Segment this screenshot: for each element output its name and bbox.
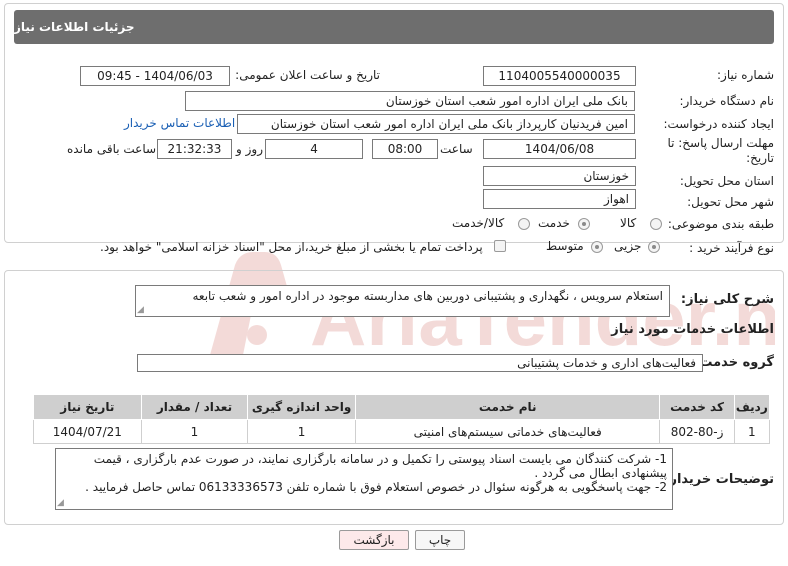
cell-row: 1 <box>733 419 771 444</box>
resize-grip-icon[interactable]: ◢ <box>137 305 144 315</box>
resize-grip-icon[interactable]: ◢ <box>57 498 64 508</box>
process-option-minor: جزیی <box>614 239 642 253</box>
cell-unit: 1 <box>247 419 356 444</box>
need-number-field[interactable]: 1104005540000035 <box>483 66 636 86</box>
cell-qty: 1 <box>140 419 249 444</box>
col-row: ردیف <box>733 394 771 420</box>
table-row: 1 ز-80-802 فعالیت‌های خدماتی سیستم‌های ا… <box>33 419 771 444</box>
announce-datetime-label: تاریخ و ساعت اعلان عمومی: <box>235 68 380 82</box>
services-table-header: ردیف کد خدمت نام خدمت واحد اندازه گیری ت… <box>33 394 771 420</box>
buyer-contact-link[interactable]: اطلاعات تماس خریدار <box>124 116 235 130</box>
deadline-label-line1: مهلت ارسال پاسخ: تا <box>667 136 774 150</box>
category-option-goods-service: کالا/خدمت <box>452 216 505 230</box>
category-radio-goods-service[interactable] <box>518 218 530 230</box>
buyer-notes-line1: 1- شرکت کنندگان می بایست اسناد پیوستی را… <box>93 452 667 466</box>
treasury-payment-checkbox[interactable] <box>494 240 506 252</box>
service-group-label: گروه خدمت: <box>694 355 774 370</box>
remaining-time-field[interactable]: 21:32:33 <box>157 139 232 159</box>
cell-date: 1404/07/21 <box>33 419 142 444</box>
need-number-label: شماره نیاز: <box>717 68 774 82</box>
services-table: ردیف کد خدمت نام خدمت واحد اندازه گیری ت… <box>33 394 771 444</box>
buyer-org-label: نام دستگاه خریدار: <box>679 94 775 108</box>
col-name: نام خدمت <box>354 394 661 420</box>
col-unit: واحد اندازه گیری <box>247 394 356 420</box>
category-option-goods: کالا <box>620 216 637 230</box>
category-radio-service[interactable] <box>578 218 590 230</box>
remaining-days-label: روز و <box>236 142 263 156</box>
col-qty: تعداد / مقدار <box>140 394 249 420</box>
province-field[interactable]: خوزستان <box>483 166 636 186</box>
province-label: استان محل تحویل: <box>679 174 774 188</box>
back-button[interactable]: بازگشت <box>339 530 409 550</box>
requester-label: ایجاد کننده درخواست: <box>663 117 774 131</box>
deadline-time-label: ساعت <box>440 142 473 156</box>
process-radio-medium[interactable] <box>591 241 603 253</box>
col-date: تاریخ نیاز <box>33 394 142 420</box>
services-section-title: اطلاعات خدمات مورد نیاز <box>611 322 774 337</box>
buyer-notes-label: توضیحات خریدار: <box>664 472 774 487</box>
category-option-service: خدمت <box>538 216 570 230</box>
city-label: شهر محل تحویل: <box>687 195 774 209</box>
col-code: کد خدمت <box>659 394 735 420</box>
buyer-notes-line3: 2- جهت پاسخگویی به هرگونه سئوال در خصوص … <box>85 480 667 494</box>
buyer-org-field[interactable]: بانک ملی ایران اداره امور شعب استان خوزس… <box>185 91 635 111</box>
deadline-time-field[interactable]: 08:00 <box>372 139 438 159</box>
process-radio-minor[interactable] <box>648 241 660 253</box>
cell-name: فعالیت‌های خدماتی سیستم‌های امنیتی <box>354 419 661 444</box>
cell-code: ز-80-802 <box>659 419 735 444</box>
city-field[interactable]: اهواز <box>483 189 636 209</box>
buyer-notes-line2: پیشنهادی ابطال می گردد . <box>534 466 667 480</box>
remaining-time-label: ساعت باقی مانده <box>67 142 157 156</box>
requester-field[interactable]: امین فریدنیان کارپرداز بانک ملی ایران اد… <box>237 114 635 134</box>
summary-textarea[interactable]: استعلام سرویس ، نگهداری و پشتیبانی دوربی… <box>135 285 670 317</box>
process-label: نوع فرآیند خرید : <box>689 241 774 255</box>
deadline-date-field[interactable]: 1404/06/08 <box>483 139 636 159</box>
process-option-medium: متوسط <box>546 239 584 253</box>
category-label: طبقه بندی موضوعی: <box>667 217 774 231</box>
announce-datetime-field[interactable]: 1404/06/03 - 09:45 <box>80 66 230 86</box>
page-title: جزئیات اطلاعات نیاز <box>14 10 774 44</box>
treasury-payment-note: پرداخت تمام یا بخشی از مبلغ خرید،از محل … <box>100 240 483 254</box>
buyer-notes-textarea[interactable]: 1- شرکت کنندگان می بایست اسناد پیوستی را… <box>55 448 673 510</box>
category-radio-goods[interactable] <box>650 218 662 230</box>
service-group-field[interactable]: فعالیت‌های اداری و خدمات پشتیبانی <box>137 354 703 372</box>
deadline-label-line2: تاریخ: <box>746 151 774 165</box>
summary-label: شرح کلی نیاز: <box>680 292 774 307</box>
print-button[interactable]: چاپ <box>415 530 465 550</box>
remaining-days-field[interactable]: 4 <box>265 139 363 159</box>
